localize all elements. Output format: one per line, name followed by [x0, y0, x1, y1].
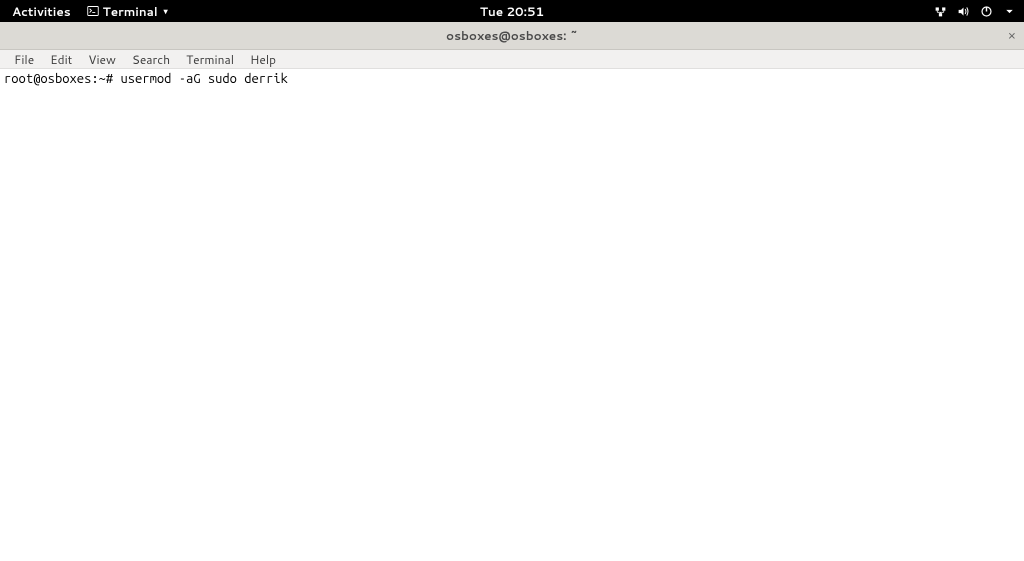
menu-help[interactable]: Help: [242, 49, 284, 70]
app-menu-button[interactable]: Terminal ▾: [83, 3, 172, 20]
menu-edit[interactable]: Edit: [42, 49, 80, 70]
top-panel-left: Activities Terminal ▾: [8, 3, 172, 20]
gnome-top-panel: Activities Terminal ▾ Tue 20:51: [0, 0, 1024, 22]
volume-icon[interactable]: [957, 5, 970, 18]
power-icon[interactable]: [980, 5, 993, 18]
menu-view[interactable]: View: [80, 49, 124, 70]
menu-terminal[interactable]: Terminal: [178, 49, 242, 70]
network-icon[interactable]: [934, 5, 947, 18]
menu-file[interactable]: File: [6, 49, 42, 70]
chevron-down-icon: ▾: [164, 5, 168, 17]
terminal-body[interactable]: root@osboxes:~# usermod -aG sudo derrik: [0, 69, 1024, 561]
shell-command: usermod -aG sudo derrik: [120, 72, 287, 86]
menubar: File Edit View Search Terminal Help: [0, 50, 1024, 69]
shell-prompt: root@osboxes:~#: [4, 72, 120, 86]
clock[interactable]: Tue 20:51: [480, 3, 544, 20]
activities-button[interactable]: Activities: [8, 3, 75, 20]
window-title: osboxes@osboxes: ~: [446, 27, 578, 44]
app-menu-label: Terminal: [103, 3, 158, 20]
window-titlebar: osboxes@osboxes: ~ ×: [0, 22, 1024, 50]
terminal-icon: [87, 5, 99, 17]
terminal-line: root@osboxes:~# usermod -aG sudo derrik: [4, 71, 1020, 87]
system-tray: [934, 5, 1016, 18]
close-button[interactable]: ×: [1008, 27, 1016, 45]
system-menu-chevron-icon[interactable]: [1003, 5, 1016, 18]
menu-search[interactable]: Search: [124, 49, 178, 70]
